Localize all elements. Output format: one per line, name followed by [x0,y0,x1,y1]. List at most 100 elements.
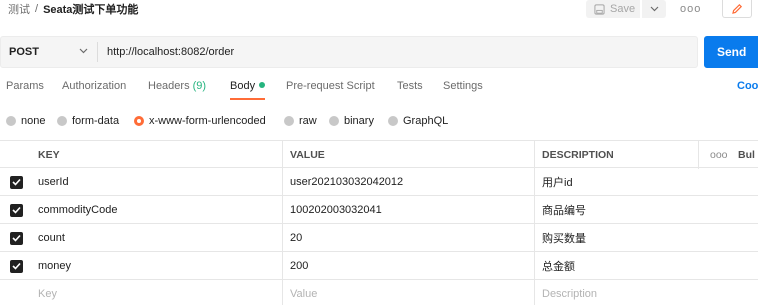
tab-authorization[interactable]: Authorization [62,80,126,100]
radio-icon [388,116,398,126]
tab-label: Authorization [62,80,127,92]
column-divider [534,224,535,252]
radio-icon [57,116,67,126]
radio-none[interactable]: none [6,114,45,128]
param-description[interactable]: 商品编号 [542,196,586,224]
param-value[interactable]: 100202003032041 [290,196,382,224]
param-key[interactable]: count [38,224,65,252]
tab-headers[interactable]: Headers (9) [148,80,206,100]
save-options-button[interactable] [642,0,666,18]
row-checkbox[interactable] [10,196,23,224]
checkbox-checked-icon [10,231,23,245]
new-description-input[interactable]: Description [542,280,597,305]
tab-label: Pre-request Script [286,80,375,92]
column-divider [534,252,535,280]
column-divider [534,196,535,224]
table-row: count 20 购买数量 [0,224,758,252]
param-key[interactable]: money [38,252,71,280]
active-dot-icon [259,82,266,88]
save-button[interactable]: Save [586,0,640,18]
radio-label: binary [344,115,374,127]
column-header-value: VALUE [290,149,325,161]
chevron-down-icon[interactable] [79,48,88,54]
column-divider [534,168,535,196]
tab-label: Body [230,80,256,92]
radio-graphql[interactable]: GraphQL [388,114,448,128]
tab-tests[interactable]: Tests [397,80,423,100]
save-icon [594,3,605,15]
more-options-icon[interactable]: ooo [680,3,701,15]
column-options-icon[interactable]: ooo [710,141,728,169]
method-select[interactable]: POST [9,37,39,67]
breadcrumb-collection[interactable]: 测试 [8,1,30,17]
radio-label: none [21,115,46,127]
tab-body[interactable]: Body [230,80,266,100]
column-divider [534,141,535,169]
radio-x-www-form-urlencoded[interactable]: x-www-form-urlencoded [134,114,266,128]
param-description[interactable]: 购买数量 [542,224,586,252]
radio-raw[interactable]: raw [284,114,317,128]
checkbox-checked-icon [10,203,23,217]
radio-icon [6,116,16,126]
body-type-selector: none form-data x-www-form-urlencoded raw… [0,114,758,128]
table-row-new: Key Value Description [0,280,758,305]
bulk-edit-link[interactable]: Bul [738,141,755,169]
send-button[interactable]: Send [704,36,758,68]
column-divider [534,280,535,305]
param-key[interactable]: commodityCode [38,196,117,224]
breadcrumb-separator: / [35,3,39,15]
radio-icon [329,116,339,126]
url-input[interactable]: http://localhost:8082/order [107,37,234,67]
radio-icon [284,116,294,126]
param-value[interactable]: 200 [290,252,308,280]
cookies-link[interactable]: Coo [737,80,758,92]
request-header: 测试 / Seata测试下单功能 Save ooo [0,0,758,20]
param-description[interactable]: 总金额 [542,252,575,280]
row-checkbox[interactable] [10,224,23,252]
new-key-input[interactable]: Key [38,280,57,305]
request-tabs: Params Authorization Headers (9) Body Pr… [0,80,758,102]
radio-label: GraphQL [403,115,449,127]
tab-pre-request-script[interactable]: Pre-request Script [286,80,375,100]
radio-label: x-www-form-urlencoded [149,115,266,127]
column-divider [282,224,283,252]
param-value[interactable]: 20 [290,224,302,252]
column-divider [282,141,283,169]
radio-binary[interactable]: binary [329,114,374,128]
param-description[interactable]: 用户id [542,168,573,196]
edit-button[interactable] [722,0,752,18]
radio-label: raw [299,115,317,127]
column-divider [282,280,283,305]
checkbox-checked-icon [10,259,23,273]
tab-settings[interactable]: Settings [443,80,483,100]
row-checkbox[interactable] [10,168,23,196]
divider [97,42,98,62]
row-checkbox[interactable] [10,252,23,280]
request-title[interactable]: Seata测试下单功能 [43,1,138,17]
column-divider [698,141,699,169]
headers-count: (9) [192,80,207,92]
table-row: commodityCode 100202003032041 商品编号 [0,196,758,224]
new-value-input[interactable]: Value [290,280,317,305]
chevron-down-icon [650,6,658,12]
column-divider [282,252,283,280]
column-header-description: DESCRIPTION [542,149,614,161]
column-divider [282,196,283,224]
tab-params[interactable]: Params [6,80,44,100]
breadcrumb: 测试 / Seata测试下单功能 [8,0,138,18]
table-row: money 200 总金额 [0,252,758,280]
column-divider [282,168,283,196]
table-header-row: KEY VALUE DESCRIPTION ooo Bul [0,140,758,169]
save-label: Save [610,3,636,15]
tab-label: Settings [443,80,483,92]
tab-label: Headers [148,80,190,92]
checkbox-checked-icon [10,175,23,189]
radio-form-data[interactable]: form-data [57,114,119,128]
column-header-key: KEY [38,149,60,161]
radio-label: form-data [72,115,120,127]
tab-label: Params [6,80,44,92]
param-value[interactable]: user202103032042012 [290,168,403,196]
param-key[interactable]: userId [38,168,69,196]
url-bar: POST http://localhost:8082/order [0,36,698,68]
pencil-icon [732,3,743,14]
